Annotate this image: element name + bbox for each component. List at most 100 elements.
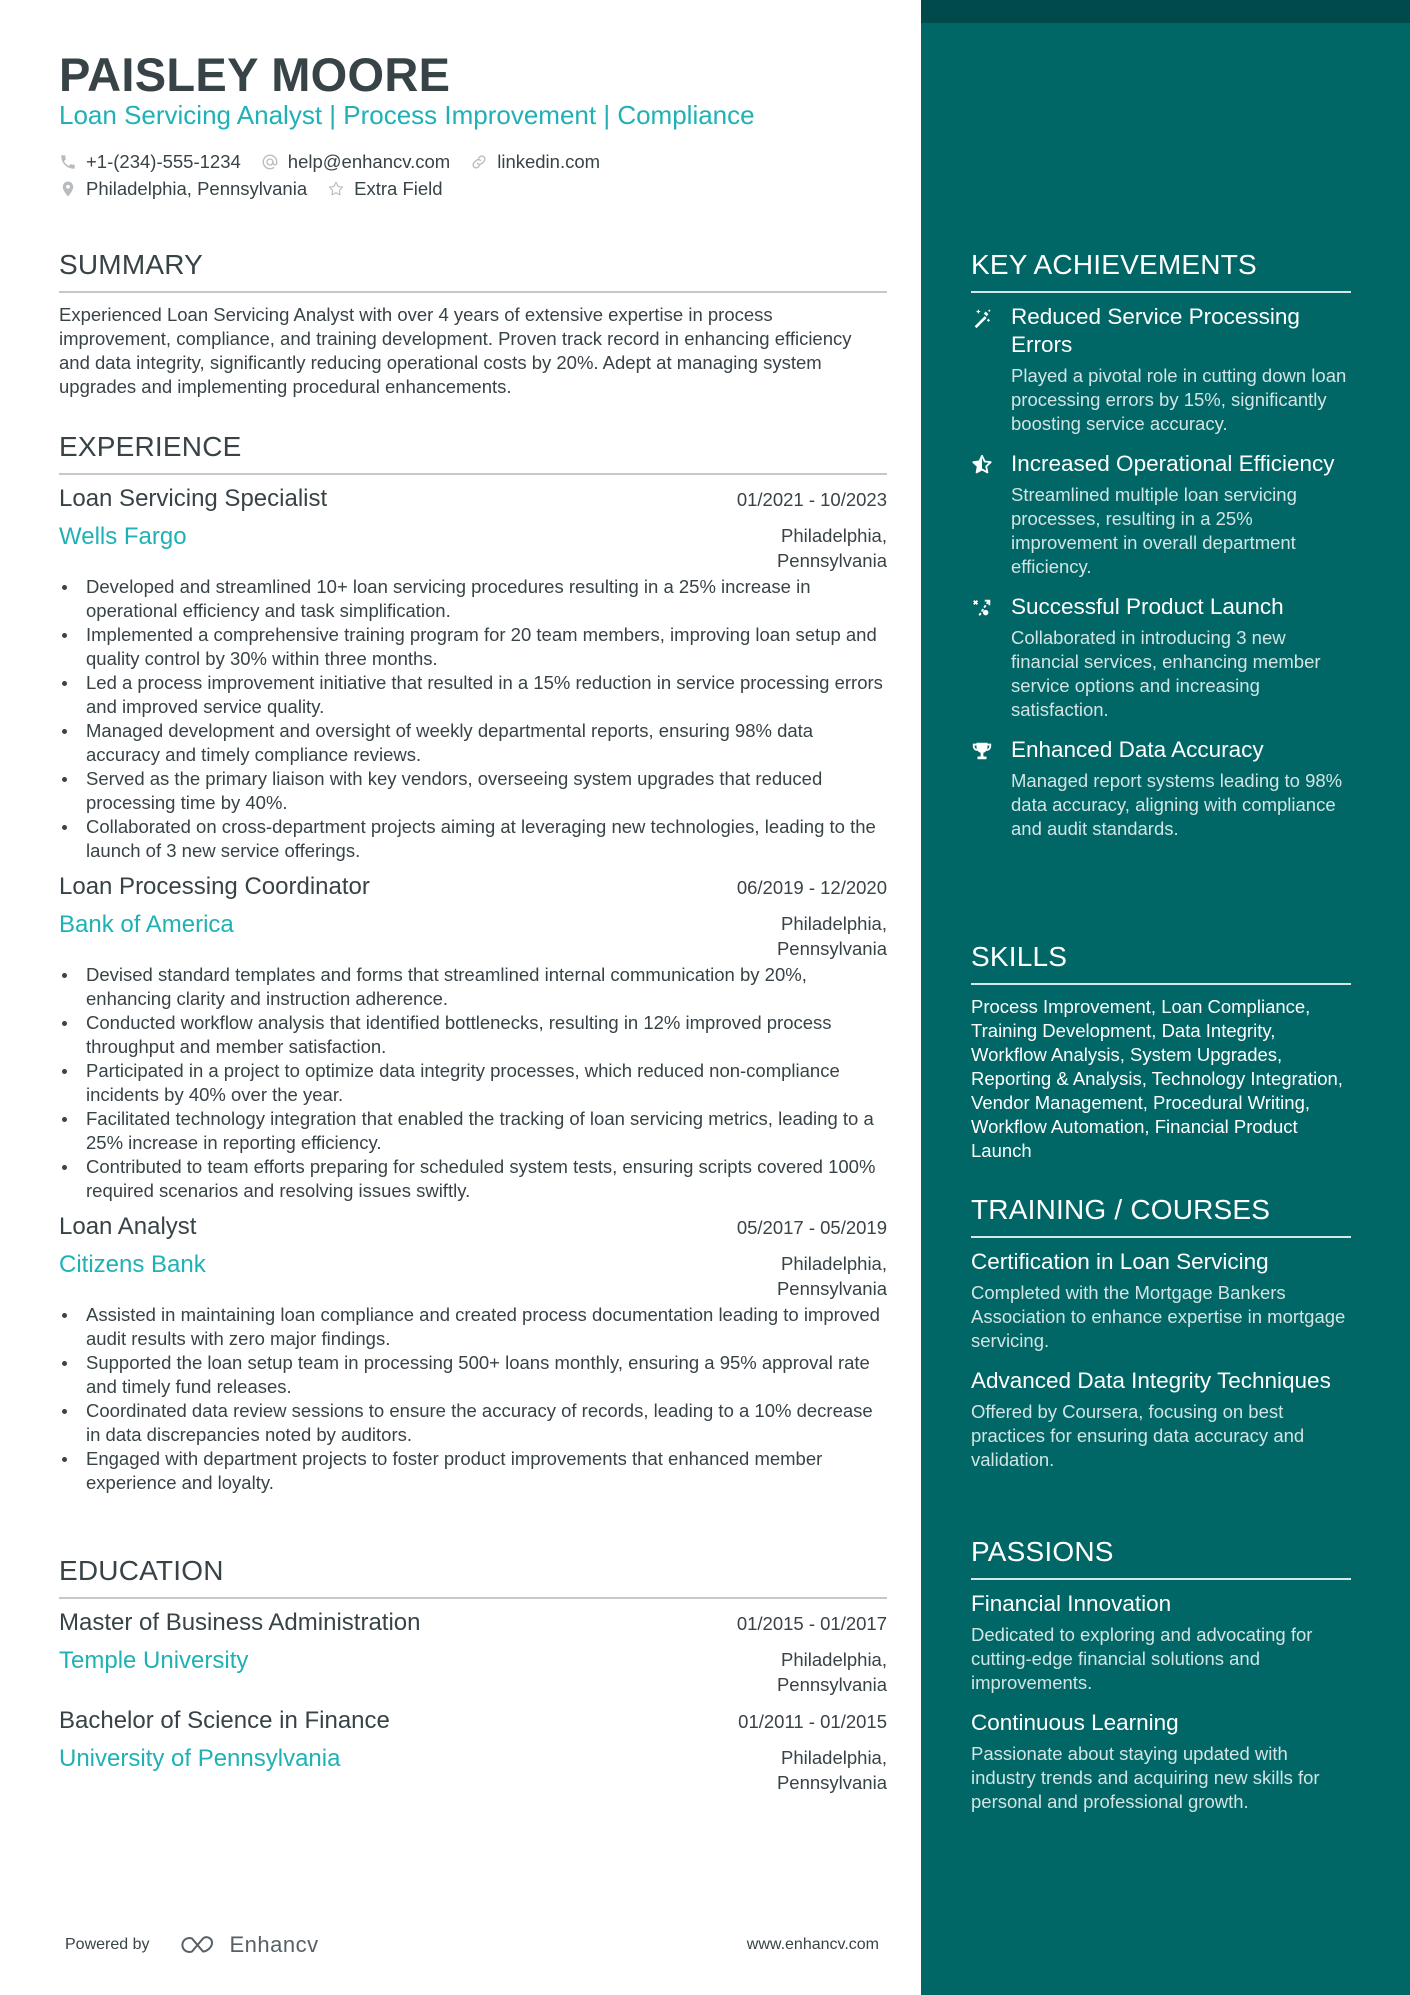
job-location: Philadelphia, Pennsylvania [747,523,887,573]
job-location: Philadelphia, Pennsylvania [747,1251,887,1301]
passion-item: Continuous Learning Passionate about sta… [971,1709,1351,1814]
school-location-line: Philadelphia, [781,1649,887,1670]
website-link[interactable]: www.enhancv.com [747,1936,879,1954]
summary-section: SUMMARY Experienced Loan Servicing Analy… [59,249,887,399]
school-location: Philadelphia, Pennsylvania [747,1647,887,1697]
school-location-line: Philadelphia, [781,1747,887,1768]
school-name: Temple University [59,1647,249,1674]
passion-item-title: Financial Innovation [971,1591,1172,1616]
star-outline-icon [328,181,344,195]
enhancv-logo-icon [180,1936,213,1953]
achievement-title: Successful Product Launch [1011,594,1284,619]
job-bullet: Coordinated data review sessions to ensu… [59,1399,887,1447]
job-entry: Loan Servicing Specialist 01/2021 - 10/2… [59,485,887,863]
training-item-desc: Offered by Coursera, focusing on best pr… [971,1401,1305,1470]
sidebar: KEY ACHIEVEMENTS Reduced Service Process… [921,0,1410,1995]
job-bullet: Engaged with department projects to fost… [59,1447,887,1495]
job-bullet: Devised standard templates and forms tha… [59,963,887,1011]
passions-section: PASSIONS Financial Innovation Dedicated … [971,1536,1351,1828]
job-bullet: Conducted workflow analysis that identif… [59,1011,887,1059]
job-location-line: Pennsylvania [776,550,887,571]
passions-title: PASSIONS [971,1536,1351,1580]
degree: Bachelor of Science in Finance [59,1707,390,1734]
job-entry: Loan Analyst 05/2017 - 05/2019 Citizens … [59,1213,887,1495]
education-dates: 01/2015 - 01/2017 [736,1613,887,1634]
job-entry: Loan Processing Coordinator 06/2019 - 12… [59,873,887,1203]
job-title: Loan Servicing Specialist [59,485,328,512]
degree: Master of Business Administration [59,1609,421,1636]
contact-location: Philadelphia, Pennsylvania [59,178,307,200]
job-location-line: Philadelphia, [781,1253,887,1274]
experience-title: EXPERIENCE [59,431,887,475]
at-icon [262,154,278,169]
training-item: Advanced Data Integrity Techniques Offer… [971,1367,1351,1472]
company-name: Bank of America [59,911,234,938]
powered-by-label: Powered by [65,1936,150,1953]
job-dates: 01/2021 - 10/2023 [736,489,887,510]
education-title: EDUCATION [59,1555,887,1599]
school-name: University of Pennsylvania [59,1745,341,1772]
passion-item: Financial Innovation Dedicated to explor… [971,1590,1351,1695]
education-entry: Master of Business Administration 01/201… [59,1609,887,1697]
location-pin-icon [62,181,74,196]
contact-info: +1-(234)-555-1234 help@enhancv.com linke… [59,148,887,202]
candidate-name: PAISLEY MOORE [59,48,451,101]
job-title: Loan Processing Coordinator [59,873,370,900]
trophy-icon [972,742,992,760]
summary-text: Experienced Loan Servicing Analyst with … [59,304,852,397]
contact-link[interactable]: linkedin.com [470,151,600,173]
contact-extra: Extra Field [327,177,443,200]
job-bullet: Contributed to team efforts preparing fo… [59,1155,887,1203]
skills-title: SKILLS [971,941,1351,985]
job-location-line: Pennsylvania [776,1278,887,1299]
star-half-icon [972,454,992,474]
contact-email[interactable]: help@enhancv.com [261,151,450,173]
brand-name: Enhancv [229,1932,319,1957]
achievement-item: Reduced Service Processing Errors Played… [971,303,1351,436]
job-bullet: Assisted in maintaining loan compliance … [59,1303,887,1351]
school-location-line: Pennsylvania [776,1772,887,1793]
phone-icon [61,154,75,169]
route-icon [973,599,991,616]
achievement-title: Enhanced Data Accuracy [1011,737,1264,762]
job-bullet: Supported the loan setup team in process… [59,1351,887,1399]
location-text: Philadelphia, Pennsylvania [86,177,308,199]
footer: Powered by Enhancv www.enhancv.com [65,1930,879,1960]
job-bullets: Assisted in maintaining loan compliance … [59,1303,887,1495]
achievement-title: Reduced Service Processing Errors [1011,304,1300,357]
job-bullet: Developed and streamlined 10+ loan servi… [59,575,887,623]
job-bullet: Collaborated on cross-department project… [59,815,887,863]
email-text: help@enhancv.com [287,150,451,172]
achievement-desc: Managed report systems leading to 98% da… [1011,770,1343,839]
achievement-title: Increased Operational Efficiency [1011,451,1335,476]
education-dates: 01/2011 - 01/2015 [738,1711,887,1732]
training-title: TRAINING / COURSES [971,1194,1351,1238]
achievement-item: Successful Product Launch Collaborated i… [971,593,1351,722]
training-item: Certification in Loan Servicing Complete… [971,1248,1351,1353]
job-bullets: Developed and streamlined 10+ loan servi… [59,575,887,863]
training-item-title: Certification in Loan Servicing [971,1249,1269,1274]
link-icon [472,154,486,169]
school-location-line: Pennsylvania [776,1674,887,1695]
job-location: Philadelphia, Pennsylvania [747,911,887,961]
school-location: Philadelphia, Pennsylvania [747,1745,887,1795]
company-name: Wells Fargo [59,523,187,550]
extra-field-text: Extra Field [354,177,443,199]
contact-phone[interactable]: +1-(234)-555-1234 [59,151,241,173]
phone-text: +1-(234)-555-1234 [86,150,241,172]
job-dates: 06/2019 - 12/2020 [736,877,887,898]
education-section: EDUCATION Master of Business Administrat… [59,1555,887,1805]
achievement-desc: Played a pivotal role in cutting down lo… [1011,365,1347,434]
magic-wand-icon [974,309,991,329]
achievement-desc: Collaborated in introducing 3 new financ… [1011,627,1321,720]
achievement-desc: Streamlined multiple loan servicing proc… [1011,484,1297,577]
achievement-item: Increased Operational Efficiency Streaml… [971,450,1351,579]
training-item-title: Advanced Data Integrity Techniques [971,1368,1331,1393]
experience-section: EXPERIENCE Loan Servicing Specialist 01/… [59,431,887,1505]
job-bullet: Managed development and oversight of wee… [59,719,887,767]
job-dates: 05/2017 - 05/2019 [736,1217,887,1238]
skills-list: Process Improvement, Loan Compliance, Tr… [971,996,1343,1161]
brand-logo[interactable]: Enhancv [176,1932,319,1958]
job-bullet: Facilitated technology integration that … [59,1107,887,1155]
achievements-title: KEY ACHIEVEMENTS [971,249,1351,293]
